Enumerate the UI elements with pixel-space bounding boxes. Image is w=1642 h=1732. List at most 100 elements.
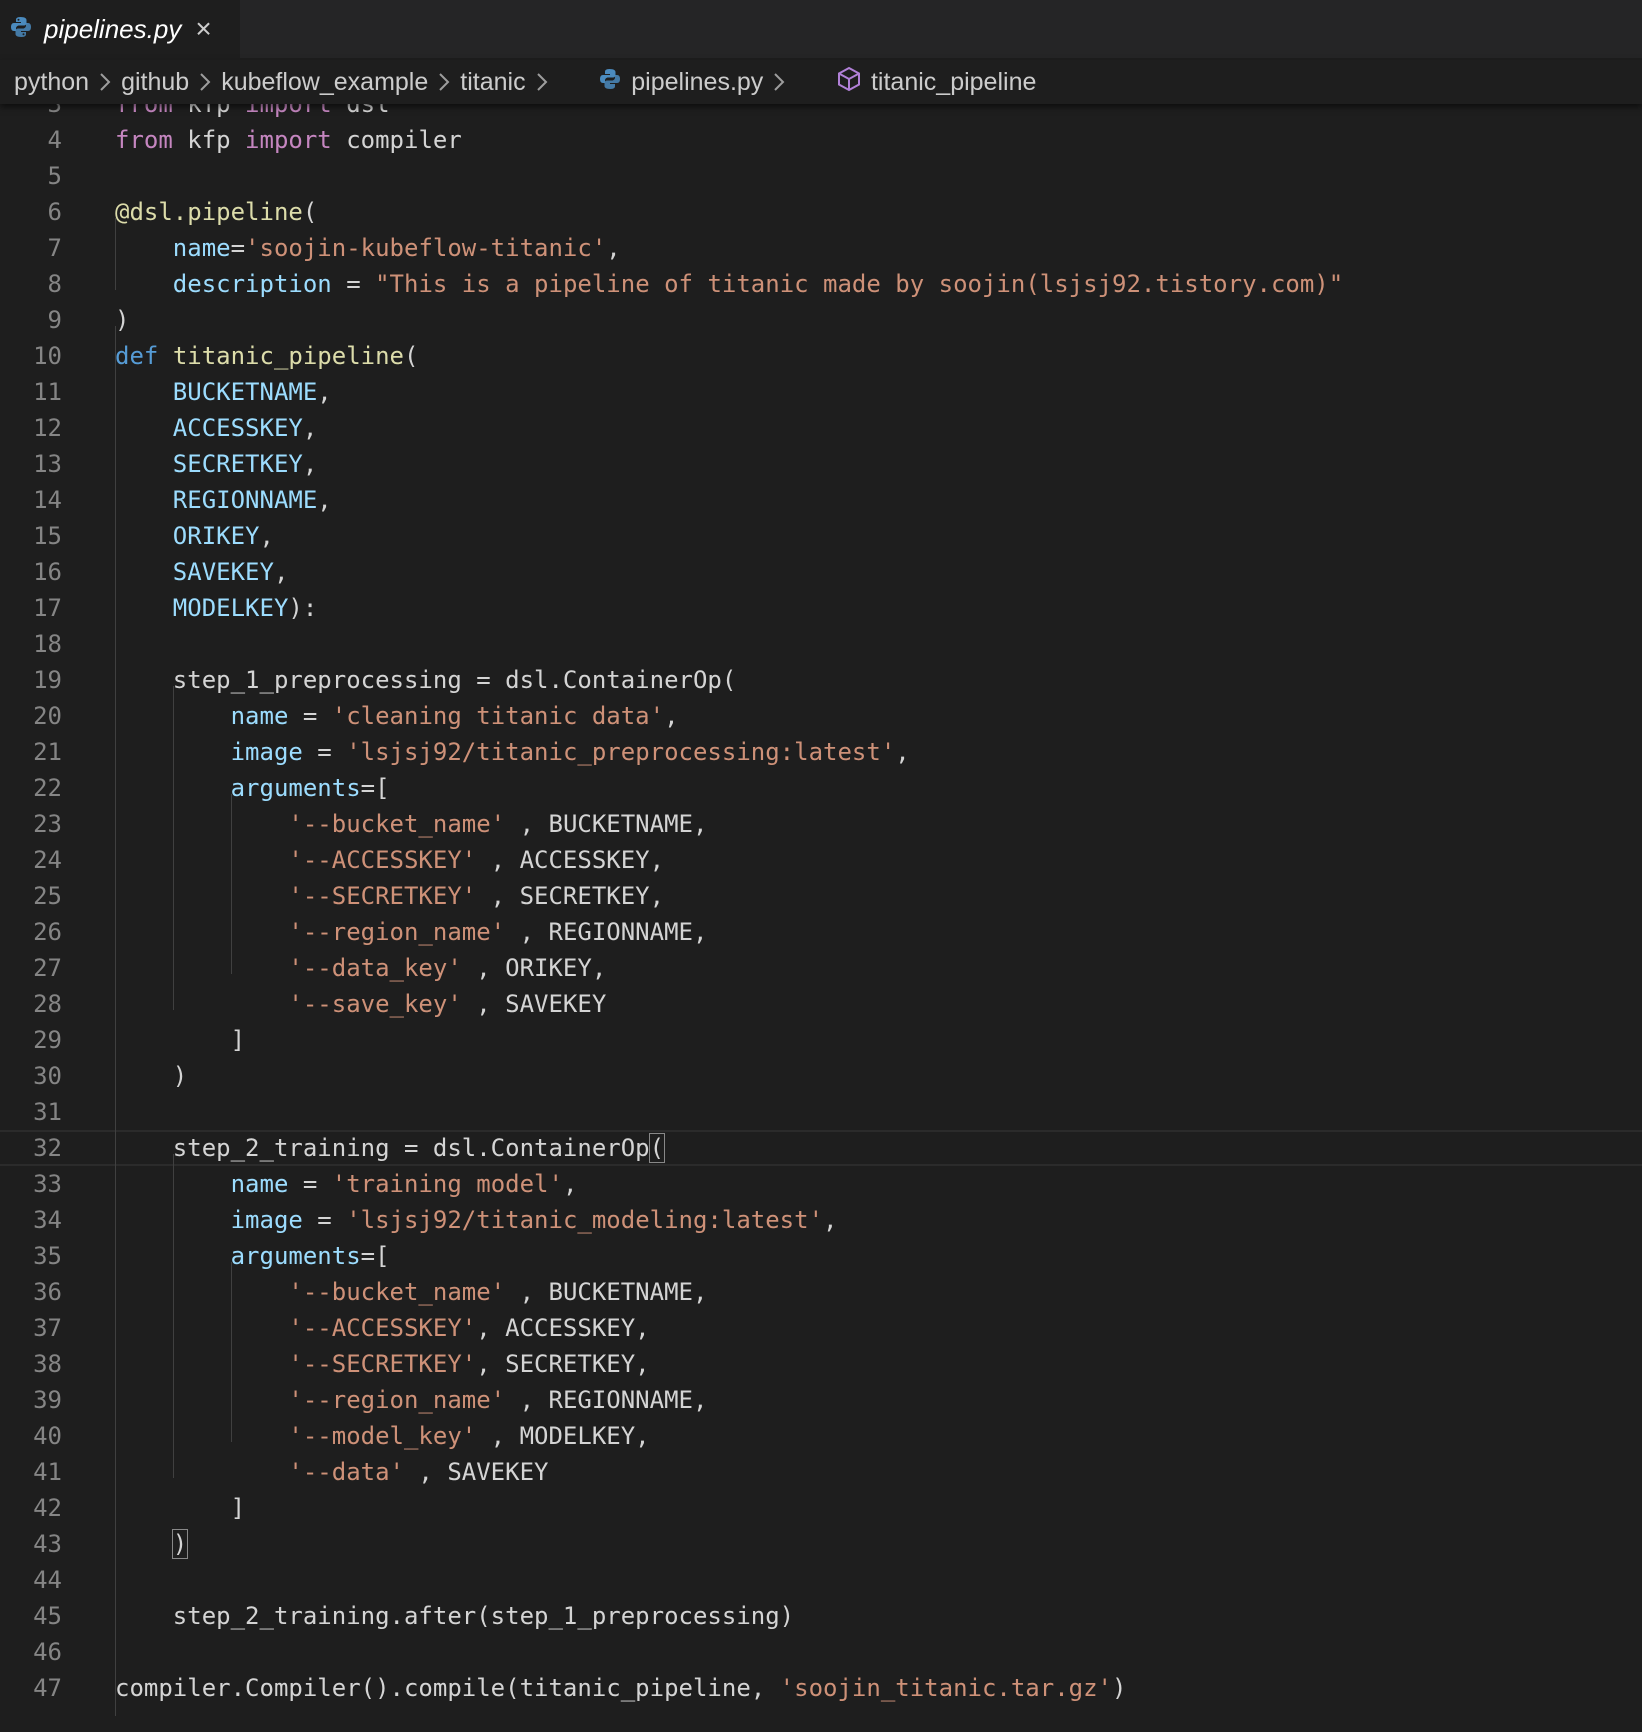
code-line[interactable]: 5 [0, 158, 1642, 194]
line-number: 19 [33, 666, 62, 694]
code-token: =[ [360, 774, 390, 802]
code-line[interactable]: 28 '--save_key' , SAVEKEY [0, 986, 1642, 1022]
code-token: REGIONNAME [172, 486, 318, 514]
code-line[interactable]: 46 [0, 1634, 1642, 1670]
line-number: 24 [33, 846, 62, 874]
code-token: '--bucket_name' [288, 810, 506, 838]
code-line[interactable]: 31 [0, 1094, 1642, 1130]
code-token: "This is a pipeline of titanic made by s… [375, 270, 1344, 298]
code-line[interactable]: 25 '--SECRETKEY' , SECRETKEY, [0, 878, 1642, 914]
code-line[interactable]: 11 BUCKETNAME, [0, 374, 1642, 410]
code-token: , MODELKEY, [476, 1422, 650, 1450]
editor-tab[interactable]: pipelines.py × [0, 0, 240, 58]
code-line[interactable]: 24 '--ACCESSKEY' , ACCESSKEY, [0, 842, 1642, 878]
code-text: REGIONNAME, [115, 482, 332, 518]
code-line[interactable]: 7 name='soojin-kubeflow-titanic', [0, 230, 1642, 266]
code-token: , SECRETKEY, [476, 882, 665, 910]
code-text: compiler.Compiler().compile(titanic_pipe… [115, 1670, 1126, 1706]
python-file-icon [558, 39, 622, 126]
code-line[interactable]: 36 '--bucket_name' , BUCKETNAME, [0, 1274, 1642, 1310]
breadcrumb-item-titanic[interactable]: titanic [460, 68, 525, 97]
code-line[interactable]: 16 SAVEKEY, [0, 554, 1642, 590]
code-token: , [895, 738, 910, 766]
code-line[interactable]: 19 step_1_preprocessing = dsl.ContainerO… [0, 662, 1642, 698]
close-icon[interactable]: × [195, 15, 211, 43]
code-line[interactable]: 34 image = 'lsjsj92/titanic_modeling:lat… [0, 1202, 1642, 1238]
code-line[interactable]: 26 '--region_name' , REGIONNAME, [0, 914, 1642, 950]
code-line[interactable]: 6 @dsl.pipeline( [0, 194, 1642, 230]
code-line[interactable]: 39 '--region_name' , REGIONNAME, [0, 1382, 1642, 1418]
code-token: ACCESSKEY [172, 414, 303, 442]
code-text: step_2_training.after(step_1_preprocessi… [115, 1598, 794, 1634]
code-line[interactable]: 43 ) [0, 1526, 1642, 1562]
code-line[interactable]: 41 '--data' , SAVEKEY [0, 1454, 1642, 1490]
chevron-right-icon [769, 69, 789, 95]
code-line[interactable]: 42 ] [0, 1490, 1642, 1526]
code-line[interactable]: 10 def titanic_pipeline( [0, 338, 1642, 374]
code-token: , [562, 1170, 578, 1198]
code-token: arguments [230, 774, 361, 802]
code-line[interactable]: 27 '--data_key' , ORIKEY, [0, 950, 1642, 986]
breadcrumb: python github kubeflow_example titanic p… [0, 60, 1642, 104]
code-token: SAVEKEY [172, 558, 274, 586]
code-token: '--bucket_name' [288, 1278, 506, 1306]
code-line[interactable]: 8 description = "This is a pipeline of t… [0, 266, 1642, 302]
code-line[interactable]: 30 ) [0, 1058, 1642, 1094]
line-number: 40 [33, 1422, 62, 1450]
code-line[interactable]: 44 [0, 1562, 1642, 1598]
tab-label: pipelines.py [44, 13, 182, 44]
code-line[interactable]: 23 '--bucket_name' , BUCKETNAME, [0, 806, 1642, 842]
code-text: image = 'lsjsj92/titanic_preprocessing:l… [115, 734, 910, 770]
code-text: ) [115, 1058, 187, 1094]
code-line[interactable]: 32 step_2_training = dsl.ContainerOp( [0, 1130, 1642, 1166]
code-text: ) [115, 302, 129, 338]
code-text: ORIKEY, [115, 518, 274, 554]
code-line[interactable]: 15 ORIKEY, [0, 518, 1642, 554]
code-editor[interactable]: 3 from kfp import dsl 4 from kfp import com… [0, 96, 1642, 1732]
code-token: step_2_training.after(step_1_preprocessi… [115, 1602, 795, 1630]
breadcrumb-item-symbol[interactable]: titanic_pipeline [795, 37, 1036, 128]
code-line[interactable]: 14 REGIONNAME, [0, 482, 1642, 518]
breadcrumb-item-kubeflow-example[interactable]: kubeflow_example [221, 68, 428, 97]
code-token: name [230, 702, 289, 730]
code-line[interactable]: 13 SECRETKEY, [0, 446, 1642, 482]
breadcrumb-item-python[interactable]: python [14, 68, 89, 97]
code-line[interactable]: 21 image = 'lsjsj92/titanic_preprocessin… [0, 734, 1642, 770]
breadcrumb-item-file[interactable]: pipelines.py [558, 39, 763, 126]
code-line[interactable]: 17 MODELKEY): [0, 590, 1642, 626]
line-number: 23 [33, 810, 62, 838]
indent-guide [173, 1154, 174, 1478]
code-text: '--data_key' , ORIKEY, [115, 950, 606, 986]
code-token: titanic_pipeline [172, 342, 404, 370]
code-line[interactable]: 38 '--SECRETKEY', SECRETKEY, [0, 1346, 1642, 1382]
code-line[interactable]: 9) [0, 302, 1642, 338]
code-line[interactable]: 47 compiler.Compiler().compile(titanic_pi… [0, 1670, 1642, 1706]
line-number: 46 [33, 1638, 62, 1666]
code-token: =[ [360, 1242, 390, 1270]
code-line[interactable]: 22 arguments=[ [0, 770, 1642, 806]
code-line[interactable]: 37 '--ACCESSKEY', ACCESSKEY, [0, 1310, 1642, 1346]
line-number: 35 [33, 1242, 62, 1270]
breadcrumb-item-github[interactable]: github [121, 68, 189, 97]
code-text: def titanic_pipeline( [115, 338, 418, 374]
code-token: @dsl.pipeline [115, 198, 303, 226]
code-token: arguments [230, 1242, 361, 1270]
code-line[interactable]: 33 name = 'training model', [0, 1166, 1642, 1202]
code-line[interactable]: 12 ACCESSKEY, [0, 410, 1642, 446]
line-number: 5 [47, 162, 62, 190]
code-line[interactable]: 20 name = 'cleaning titanic data', [0, 698, 1642, 734]
code-line[interactable]: 35 arguments=[ [0, 1238, 1642, 1274]
code-token: , ACCESSKEY, [476, 1314, 650, 1342]
code-line[interactable]: 18 [0, 626, 1642, 662]
code-text: '--region_name' , REGIONNAME, [115, 1382, 707, 1418]
code-line[interactable]: 45 step_2_training.after(step_1_preproce… [0, 1598, 1642, 1634]
code-token: , REGIONNAME, [505, 918, 708, 946]
code-line[interactable]: 40 '--model_key' , MODELKEY, [0, 1418, 1642, 1454]
code-token: 'cleaning titanic data' [331, 702, 665, 730]
code-text: '--save_key' , SAVEKEY [115, 986, 606, 1022]
code-line[interactable]: 29 ] [0, 1022, 1642, 1058]
